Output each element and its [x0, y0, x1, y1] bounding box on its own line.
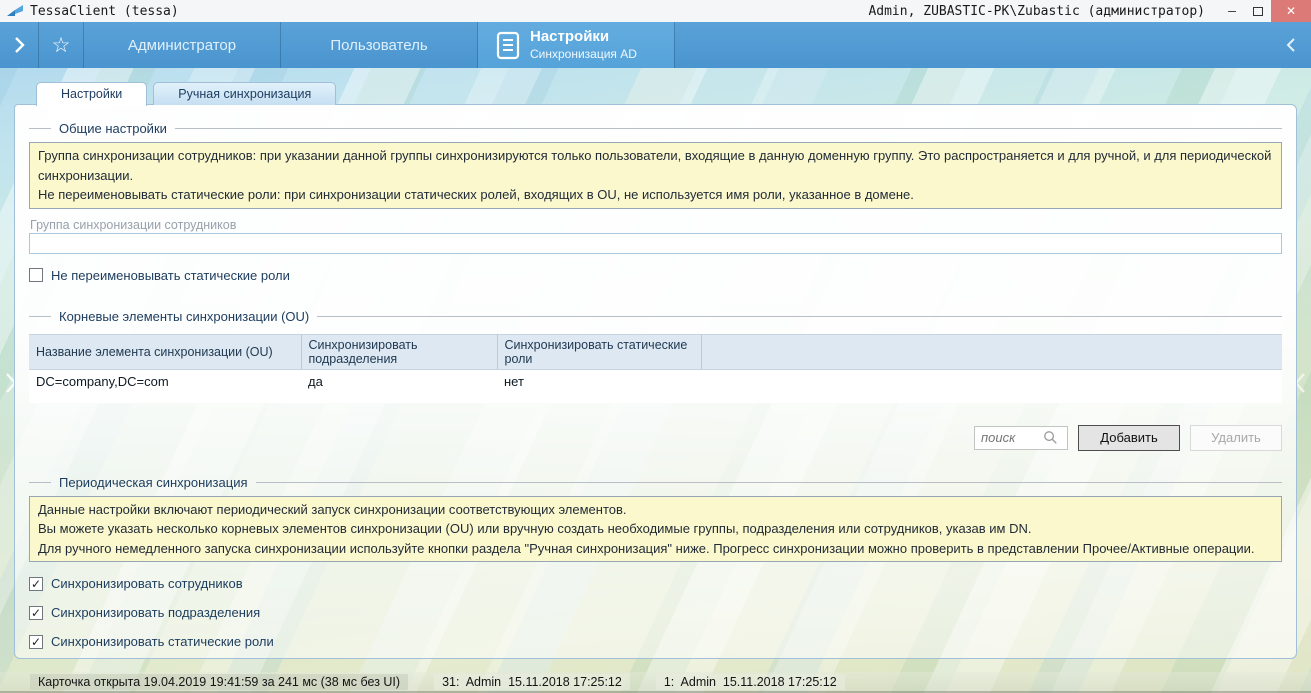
- card-tabstrip: Настройки Ручная синхронизация: [36, 82, 1297, 105]
- nav-collapse-right-button[interactable]: [1271, 22, 1311, 68]
- close-button[interactable]: ✕: [1271, 0, 1311, 22]
- card-content: Настройки Ручная синхронизация Общие нас…: [14, 82, 1297, 659]
- minimize-button[interactable]: –: [1219, 0, 1245, 22]
- table-row[interactable]: DC=company,DC=com да нет: [29, 369, 1282, 393]
- info-line: Для ручного немедленного запуска синхрон…: [38, 539, 1273, 559]
- nav-tab-user[interactable]: Пользователь: [281, 22, 477, 68]
- column-header-sync-departments[interactable]: Синхронизировать подразделения: [301, 334, 497, 369]
- table-actions-row: Добавить Удалить: [29, 425, 1282, 451]
- nav-expand-button[interactable]: [0, 22, 38, 68]
- main-navbar: ☆ Администратор Пользователь Настройки С…: [0, 22, 1311, 68]
- sync-employees-checkbox-row[interactable]: ✓ Синхронизировать сотрудников: [29, 576, 1282, 591]
- application-window: TessaClient (tessa) Admin, ZUBASTIC-PK\Z…: [0, 0, 1311, 693]
- card-opened-status: Карточка открыта 19.04.2019 19:41:59 за …: [30, 674, 408, 690]
- checkbox-label: Не переименовывать статические роли: [51, 268, 290, 283]
- settings-panel: Общие настройки Группа синхронизации сот…: [14, 104, 1297, 659]
- group-rule: [256, 482, 1283, 483]
- star-icon: ☆: [52, 33, 71, 58]
- window-title: TessaClient (tessa): [30, 4, 179, 19]
- general-info-box: Группа синхронизации сотрудников: при ук…: [29, 142, 1282, 209]
- periodic-info-box: Данные настройки включают периодический …: [29, 496, 1282, 563]
- checkbox-label: Синхронизировать сотрудников: [51, 576, 243, 591]
- tab-label: Настройки: [61, 87, 122, 101]
- chevron-right-icon: [14, 36, 25, 54]
- ou-table-header-row: Название элемента синхронизации (OU) Син…: [29, 334, 1282, 369]
- nav-tab-label: Администратор: [128, 37, 236, 54]
- delete-button[interactable]: Удалить: [1190, 425, 1282, 451]
- status-bar: Карточка открыта 19.04.2019 19:41:59 за …: [0, 672, 1311, 693]
- sync-group-input[interactable]: [29, 233, 1282, 254]
- group-header-general: Общие настройки: [29, 121, 1282, 136]
- group-rule: [317, 316, 1282, 317]
- document-icon: [496, 31, 520, 60]
- column-header-ou-name[interactable]: Название элемента синхронизации (OU): [29, 334, 301, 369]
- checkbox-checked[interactable]: ✓: [29, 635, 43, 649]
- close-icon: ✕: [1286, 4, 1296, 18]
- tab-manual-sync[interactable]: Ручная синхронизация: [153, 82, 336, 105]
- sync-departments-checkbox-row[interactable]: ✓ Синхронизировать подразделения: [29, 605, 1282, 620]
- column-header-sync-static-roles[interactable]: Синхронизировать статические роли: [497, 334, 701, 369]
- info-line: Вы можете указать несколько корневых эле…: [38, 519, 1273, 539]
- info-line: Группа синхронизации сотрудников: при ук…: [38, 146, 1273, 185]
- favorites-button[interactable]: ☆: [39, 22, 83, 68]
- rename-roles-checkbox-row[interactable]: Не переименовывать статические роли: [29, 268, 1282, 283]
- nav-tab-settings-active[interactable]: Настройки Синхронизация AD: [478, 22, 674, 68]
- sync-static-roles-checkbox-row[interactable]: ✓ Синхронизировать статические роли: [29, 634, 1282, 649]
- info-line: Не переименовывать статические роли: при…: [38, 185, 1273, 205]
- cell-empty: [701, 369, 1282, 393]
- active-tab-title: Настройки: [530, 28, 637, 47]
- tab-settings[interactable]: Настройки: [36, 82, 147, 106]
- group-header-periodic: Периодическая синхронизация: [29, 475, 1282, 490]
- add-button[interactable]: Добавить: [1078, 425, 1180, 451]
- active-tab-subtitle: Синхронизация AD: [530, 47, 637, 62]
- cell-sync-departments: да: [301, 369, 497, 393]
- tab-label: Ручная синхронизация: [178, 87, 311, 101]
- nav-tab-label: Пользователь: [330, 37, 427, 54]
- maximize-button[interactable]: [1245, 0, 1271, 22]
- checkbox-label: Синхронизировать статические роли: [51, 634, 274, 649]
- sync-group-field-label: Группа синхронизации сотрудников: [30, 218, 1282, 232]
- tessa-logo-icon: [6, 4, 24, 18]
- group-title: Корневые элементы синхронизации (OU): [59, 309, 309, 324]
- group-title: Общие настройки: [59, 121, 167, 136]
- nav-separator: [674, 22, 675, 68]
- status-entry: 31: Admin 15.11.2018 17:25:12: [434, 674, 630, 690]
- group-header-roots: Корневые элементы синхронизации (OU): [29, 309, 1282, 324]
- title-bar: TessaClient (tessa) Admin, ZUBASTIC-PK\Z…: [0, 0, 1311, 22]
- chevron-left-icon: [1286, 37, 1296, 53]
- ou-table: Название элемента синхронизации (OU) Син…: [29, 334, 1282, 403]
- group-title: Периодическая синхронизация: [59, 475, 248, 490]
- nav-tab-administrator[interactable]: Администратор: [84, 22, 280, 68]
- checkbox-checked[interactable]: ✓: [29, 577, 43, 591]
- column-header-empty: [701, 334, 1282, 369]
- checkbox-unchecked[interactable]: [29, 268, 43, 282]
- cell-ou-name: DC=company,DC=com: [29, 369, 301, 393]
- checkbox-label: Синхронизировать подразделения: [51, 605, 260, 620]
- current-user-label: Admin, ZUBASTIC-PK\Zubastic (администрат…: [868, 4, 1205, 19]
- info-line: Данные настройки включают периодический …: [38, 500, 1273, 520]
- cell-sync-static-roles: нет: [497, 369, 701, 393]
- table-empty-area: [29, 393, 1282, 403]
- status-entry: 1: Admin 15.11.2018 17:25:12: [656, 674, 845, 690]
- search-input[interactable]: [981, 430, 1039, 445]
- minimize-icon: –: [1228, 4, 1236, 19]
- group-rule: [175, 128, 1282, 129]
- checkbox-checked[interactable]: ✓: [29, 606, 43, 620]
- search-icon: [1043, 430, 1058, 445]
- maximize-icon: [1253, 7, 1263, 16]
- table-search-box[interactable]: [974, 426, 1068, 450]
